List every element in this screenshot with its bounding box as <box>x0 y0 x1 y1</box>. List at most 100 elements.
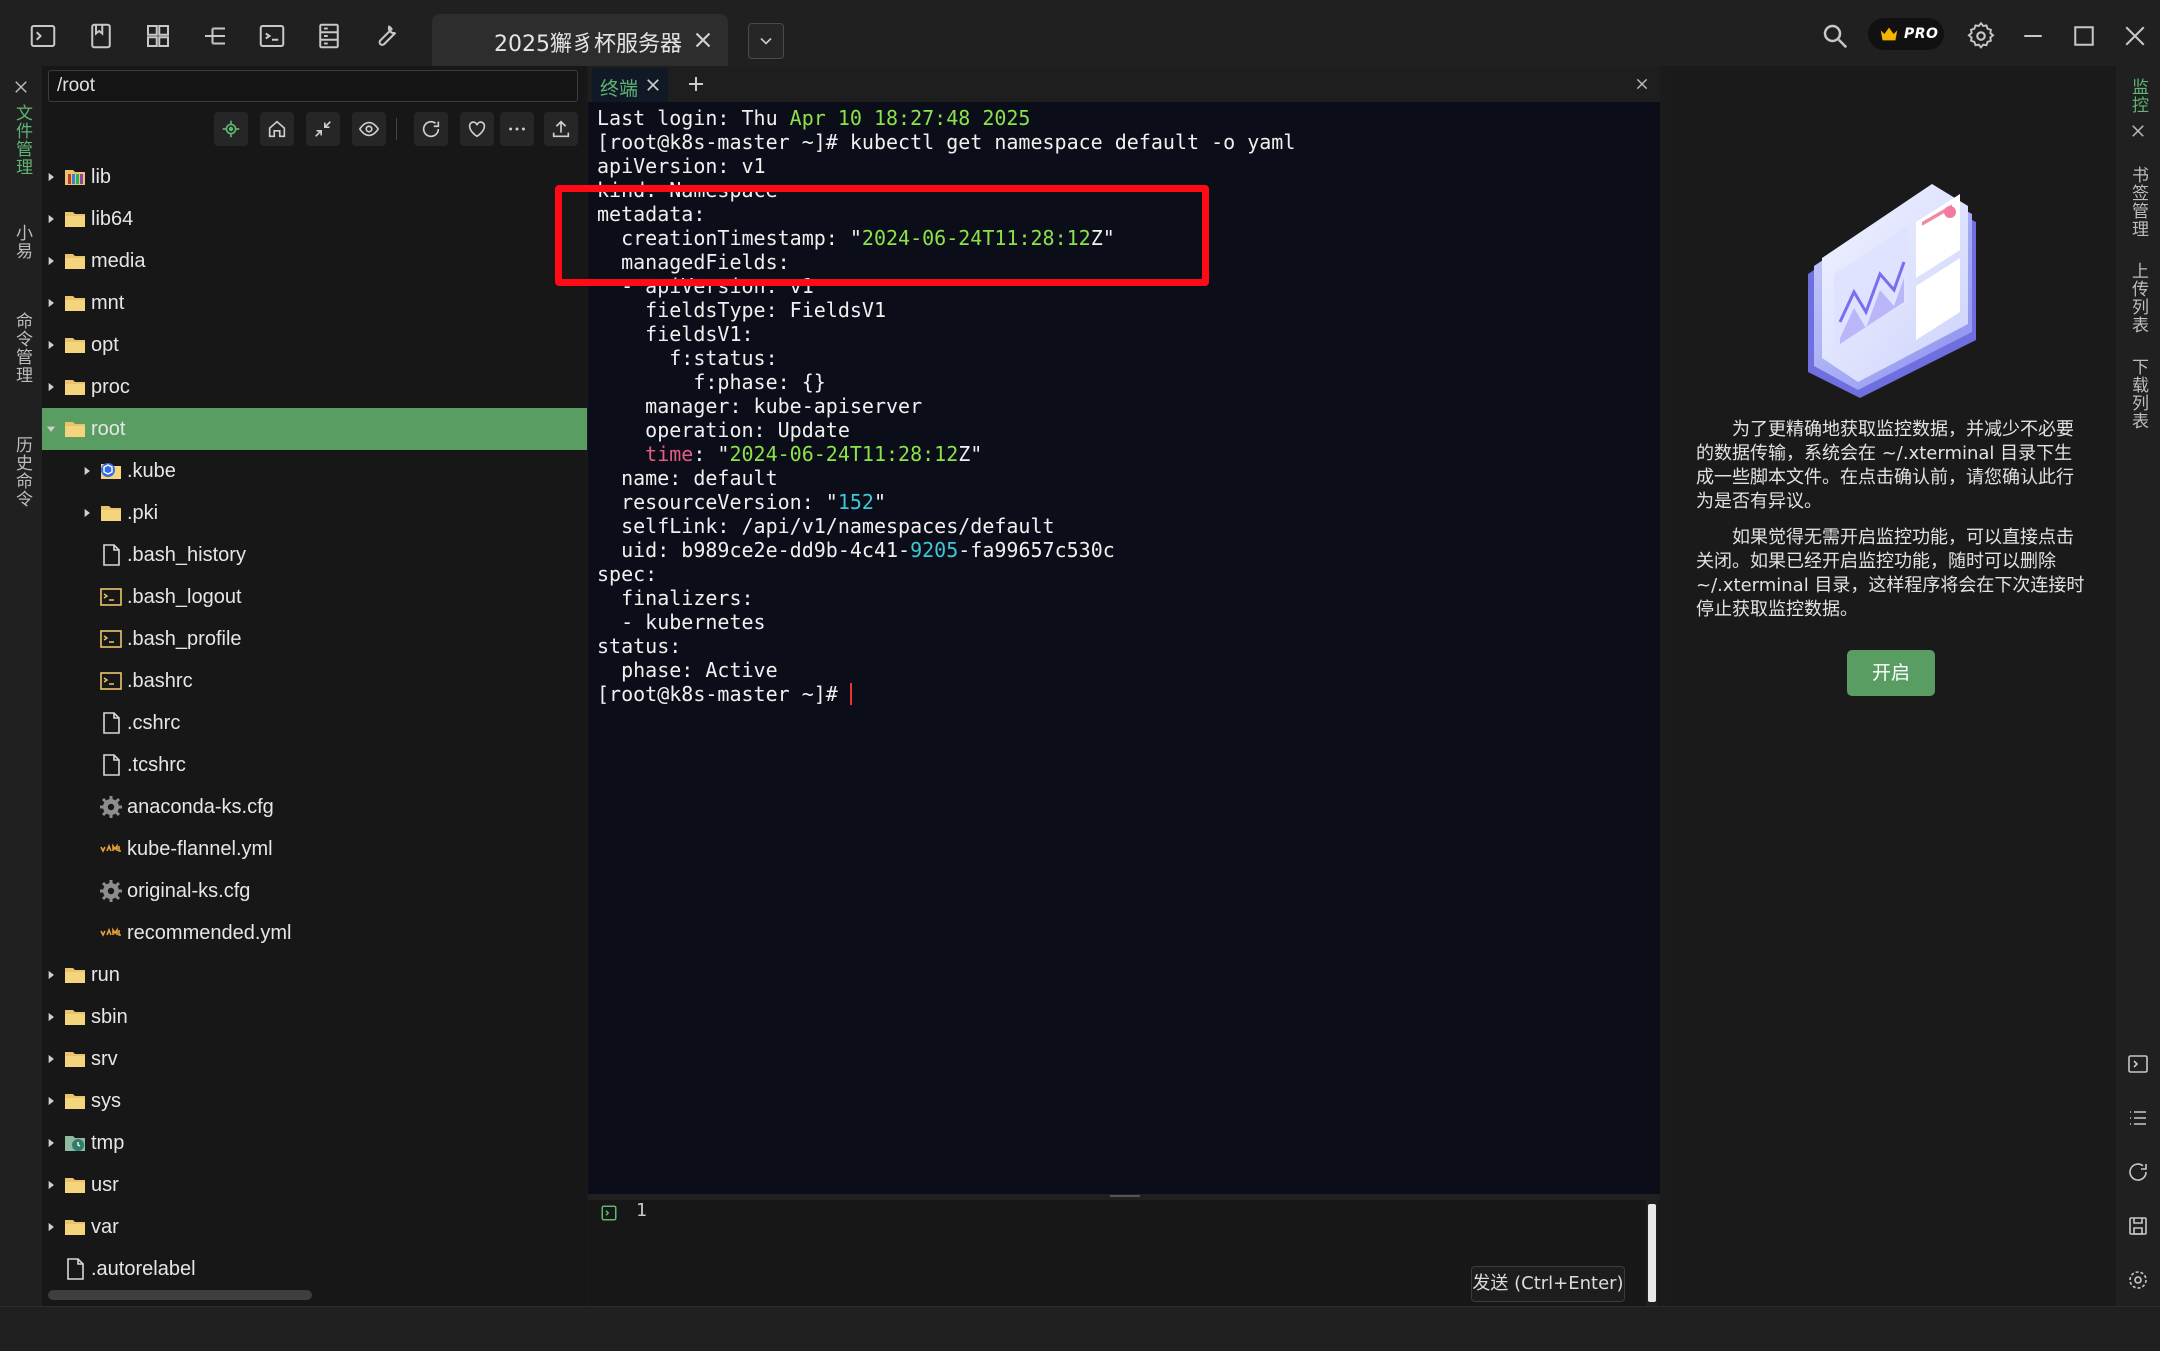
tree-icon[interactable] <box>200 21 230 51</box>
terminal-icon[interactable] <box>2126 1052 2150 1076</box>
file-tree-item[interactable]: lib <box>42 156 587 198</box>
caret-right-icon[interactable] <box>80 464 94 478</box>
file-tree-item[interactable]: sys <box>42 1080 587 1122</box>
caret-right-icon[interactable] <box>44 212 58 226</box>
enable-monitor-button[interactable]: 开启 <box>1847 650 1935 696</box>
file-tree-item[interactable]: anaconda-ks.cfg <box>42 786 587 828</box>
command-input-panel[interactable]: 1 发送 (Ctrl+Enter) <box>588 1200 1660 1306</box>
close-icon[interactable] <box>690 27 716 53</box>
more-button[interactable] <box>500 112 534 146</box>
file-tree-item[interactable]: usr <box>42 1164 587 1206</box>
scrollbar-thumb[interactable] <box>1648 1204 1656 1302</box>
file-tree-item[interactable]: .tcshrc <box>42 744 587 786</box>
file-tree-item[interactable]: .pki <box>42 492 587 534</box>
tab-list-dropdown[interactable] <box>748 23 784 59</box>
file-tree-item[interactable]: opt <box>42 324 587 366</box>
sync-icon[interactable] <box>2126 1160 2150 1184</box>
shell-icon[interactable] <box>257 21 287 51</box>
settings-icon[interactable] <box>2126 1268 2150 1292</box>
file-tree-item[interactable]: recommended.yml <box>42 912 587 954</box>
config-file-icon <box>99 795 123 819</box>
file-tree-item[interactable]: .kube <box>42 450 587 492</box>
terminal-line: finalizers: <box>597 586 1295 610</box>
caret-right-icon[interactable] <box>44 1010 58 1024</box>
terminal-text-segment: 2024-06-24T11:28:12 <box>729 442 959 466</box>
file-tree-scrollbar[interactable] <box>48 1290 312 1300</box>
file-tree-item[interactable]: .bash_logout <box>42 576 587 618</box>
sidebar-tab-upload-list[interactable]: 上传列表 <box>2126 262 2151 334</box>
close-icon[interactable] <box>2129 122 2147 140</box>
file-tree-item[interactable]: .bash_history <box>42 534 587 576</box>
annotation-highlight-box <box>555 185 1209 286</box>
search-icon[interactable] <box>1820 21 1850 51</box>
caret-right-icon[interactable] <box>44 1178 58 1192</box>
path-input[interactable] <box>48 70 578 102</box>
session-tab[interactable]: 2025獬豸杯服务器 <box>432 14 728 66</box>
caret-right-icon[interactable] <box>44 1136 58 1150</box>
caret-down-icon[interactable] <box>44 422 58 436</box>
caret-right-icon[interactable] <box>44 1052 58 1066</box>
terminal-icon[interactable] <box>28 21 58 51</box>
caret-right-icon[interactable] <box>44 380 58 394</box>
sidebar-tab-bookmarks[interactable]: 书签管理 <box>2126 166 2151 238</box>
crown-icon <box>1880 27 1898 41</box>
caret-right-icon[interactable] <box>44 968 58 982</box>
home-button[interactable] <box>260 112 294 146</box>
sidebar-tab-monitor[interactable]: 监控 <box>2126 78 2151 114</box>
close-icon[interactable] <box>12 78 30 96</box>
add-tab-icon[interactable] <box>684 72 708 96</box>
sidebar-tab-history[interactable]: 历史命令 <box>10 436 35 508</box>
caret-right-icon[interactable] <box>80 506 94 520</box>
caret-right-icon[interactable] <box>44 254 58 268</box>
pro-badge[interactable]: PRO <box>1868 18 1944 50</box>
file-tree-item[interactable]: root <box>42 408 587 450</box>
file-tree-item[interactable]: var <box>42 1206 587 1248</box>
locate-button[interactable] <box>214 112 248 146</box>
terminal-line: f:phase: {} <box>597 370 1295 394</box>
window-close-icon[interactable] <box>2120 21 2150 51</box>
settings-icon[interactable] <box>1966 21 1996 51</box>
upload-button[interactable] <box>544 112 578 146</box>
caret-right-icon[interactable] <box>44 1094 58 1108</box>
close-panel-icon[interactable] <box>1634 76 1650 92</box>
collapse-all-button[interactable] <box>306 112 340 146</box>
terminal-text-segment: name: default <box>597 466 778 490</box>
maximize-icon[interactable] <box>2069 21 2099 51</box>
file-tree-item[interactable]: tmp <box>42 1122 587 1164</box>
save-icon[interactable] <box>2126 1214 2150 1238</box>
wrench-icon[interactable] <box>371 21 401 51</box>
sidebar-tab-file-manager[interactable]: 文件管理 <box>10 104 35 176</box>
file-tree-item[interactable]: proc <box>42 366 587 408</box>
minimize-icon[interactable] <box>2018 21 2048 51</box>
sidebar-tab-command-manager[interactable]: 命令管理 <box>10 312 35 384</box>
caret-right-icon[interactable] <box>44 296 58 310</box>
file-tree-item[interactable]: .bash_profile <box>42 618 587 660</box>
refresh-button[interactable] <box>414 112 448 146</box>
file-tree-item[interactable]: lib64 <box>42 198 587 240</box>
file-tree-item[interactable]: kube-flannel.yml <box>42 828 587 870</box>
file-tree-item[interactable]: .bashrc <box>42 660 587 702</box>
caret-right-icon[interactable] <box>44 338 58 352</box>
sidebar-tab-download-list[interactable]: 下载列表 <box>2126 358 2151 430</box>
file-tree-item[interactable]: .autorelabel <box>42 1248 587 1290</box>
show-hidden-button[interactable] <box>352 112 386 146</box>
caret-right-icon[interactable] <box>44 170 58 184</box>
file-tree-item[interactable]: media <box>42 240 587 282</box>
layout-icon[interactable] <box>143 21 173 51</box>
send-button[interactable]: 发送 (Ctrl+Enter) <box>1471 1266 1625 1302</box>
file-tree-item[interactable]: original-ks.cfg <box>42 870 587 912</box>
file-tree-item[interactable]: sbin <box>42 996 587 1038</box>
file-tree-item[interactable]: srv <box>42 1038 587 1080</box>
file-tree-item[interactable]: mnt <box>42 282 587 324</box>
favorite-button[interactable] <box>460 112 494 146</box>
file-tree-item[interactable]: run <box>42 954 587 996</box>
terminal-tab[interactable]: 终端 <box>592 68 668 102</box>
server-list-icon[interactable] <box>314 21 344 51</box>
caret-right-icon[interactable] <box>44 1220 58 1234</box>
terminal-line: uid: b989ce2e-dd9b-4c41-9205-fa99657c530… <box>597 538 1295 562</box>
sidebar-tab-xiaoyi[interactable]: 小易 <box>10 224 35 260</box>
close-icon[interactable] <box>644 76 662 94</box>
list-icon[interactable] <box>2126 1106 2150 1130</box>
file-tree-item[interactable]: .cshrc <box>42 702 587 744</box>
bookmark-icon[interactable] <box>86 21 116 51</box>
